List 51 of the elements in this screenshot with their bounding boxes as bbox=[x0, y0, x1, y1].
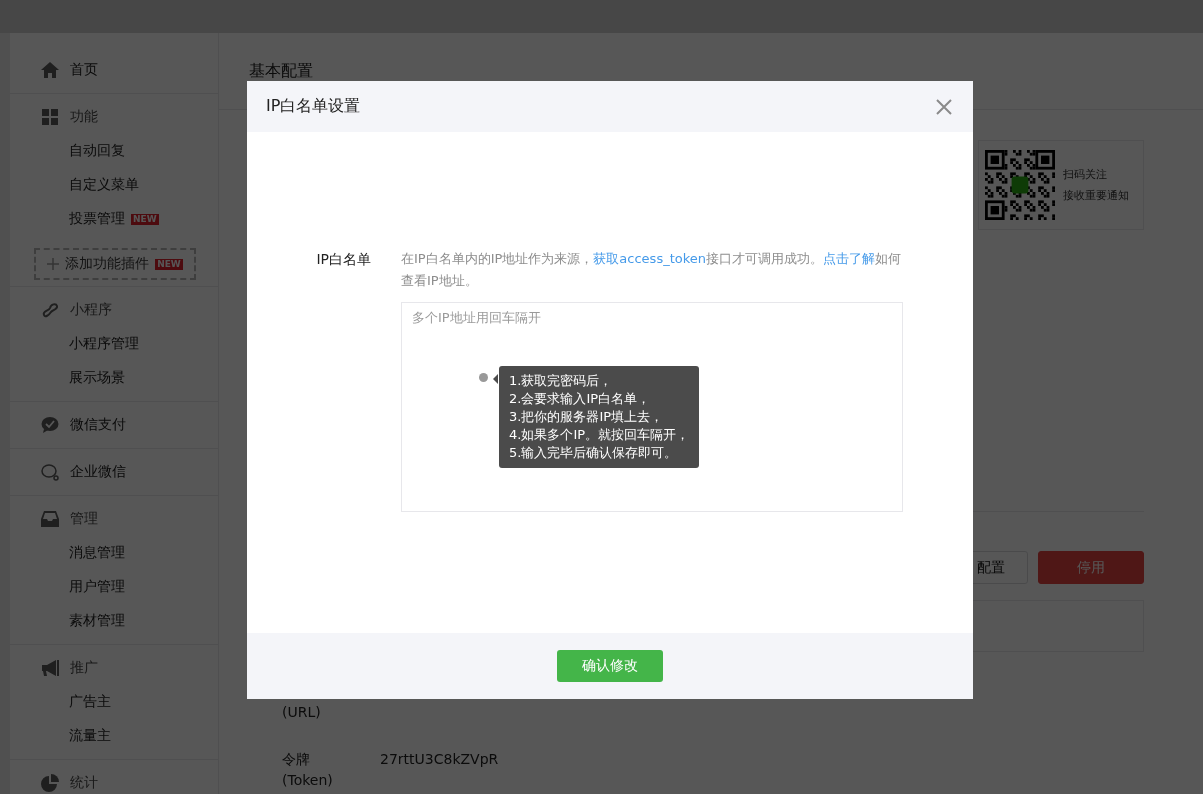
link-icon bbox=[41, 301, 59, 319]
sidebar-item: 功能 bbox=[70, 108, 98, 126]
qr-caption: 接收重要通知 bbox=[1063, 188, 1129, 203]
field-value: 27rttU3C8kZVpR bbox=[380, 750, 499, 769]
qr-caption: 扫码关注 bbox=[1063, 167, 1108, 182]
tooltip-line: 3.把你的服务器IP填上去， bbox=[509, 408, 665, 426]
new-badge: NEW bbox=[131, 213, 159, 225]
qr-code-drawing bbox=[985, 150, 1055, 220]
megaphone-icon bbox=[41, 659, 59, 677]
tooltip-line: 1.获取完密码后， bbox=[509, 372, 614, 390]
confirm-button[interactable]: 确认修改 bbox=[557, 650, 663, 682]
field-label: (URL) bbox=[282, 703, 322, 722]
help-link[interactable]: 获取access_token bbox=[593, 251, 707, 266]
sidebar-item[interactable]: 企业微信 bbox=[70, 463, 126, 481]
sidebar-item[interactable]: 投票管理 bbox=[69, 210, 125, 228]
sidebar-item[interactable]: 流量主 bbox=[69, 727, 111, 745]
sidebar-item: 管理 bbox=[70, 510, 98, 528]
add-plugin-button[interactable]: 添加功能插件 NEW bbox=[34, 248, 196, 280]
new-badge: NEW bbox=[155, 258, 183, 270]
sidebar-item: 统计 bbox=[70, 774, 98, 792]
plus-icon bbox=[47, 258, 60, 270]
chat-icon bbox=[41, 463, 59, 481]
dialog-title: IP白名单设置 bbox=[266, 96, 361, 117]
inbox-icon bbox=[41, 510, 59, 528]
page-title: 基本配置 bbox=[249, 60, 313, 82]
pie-icon bbox=[41, 774, 59, 792]
field-label: IP白名单 bbox=[315, 250, 371, 269]
tooltip-line: 4.如果多个IP。就按回车隔开， bbox=[509, 426, 690, 444]
sidebar-item[interactable]: 自定义菜单 bbox=[69, 176, 139, 194]
sidebar-item[interactable]: 广告主 bbox=[69, 693, 111, 711]
close-icon[interactable] bbox=[936, 98, 952, 115]
tooltip-line: 2.会要求输入IP白名单， bbox=[509, 390, 652, 408]
help-link[interactable]: 点击了解 bbox=[823, 251, 876, 266]
sidebar-item[interactable]: 展示场景 bbox=[69, 369, 125, 387]
field-label: 令牌 (Token) bbox=[282, 750, 334, 790]
sidebar-item[interactable]: 消息管理 bbox=[69, 544, 125, 562]
pay-icon bbox=[41, 416, 59, 434]
sidebar-item: 推广 bbox=[70, 659, 98, 677]
hotspot-dot-icon bbox=[479, 373, 488, 382]
sidebar-item[interactable]: 自动回复 bbox=[69, 142, 125, 160]
sidebar-item[interactable]: 用户管理 bbox=[69, 578, 125, 596]
description-text: 在IP白名单内的IP地址作为来源，获取access_token接口才可调用成功。点击了解如何查看IP地址。 bbox=[401, 250, 903, 290]
sidebar-item: 小程序 bbox=[70, 301, 112, 319]
tooltip-line: 5.输入完毕后确认保存即可。 bbox=[509, 444, 679, 462]
sidebar-item[interactable]: 素材管理 bbox=[69, 612, 125, 630]
sidebar-item[interactable]: 微信支付 bbox=[70, 416, 126, 434]
home-icon bbox=[41, 61, 59, 79]
disable-button[interactable]: 停用 bbox=[1038, 551, 1144, 584]
sidebar-item[interactable]: 首页 bbox=[70, 61, 98, 79]
grid-icon bbox=[41, 108, 59, 126]
sidebar-item[interactable]: 小程序管理 bbox=[69, 335, 139, 353]
